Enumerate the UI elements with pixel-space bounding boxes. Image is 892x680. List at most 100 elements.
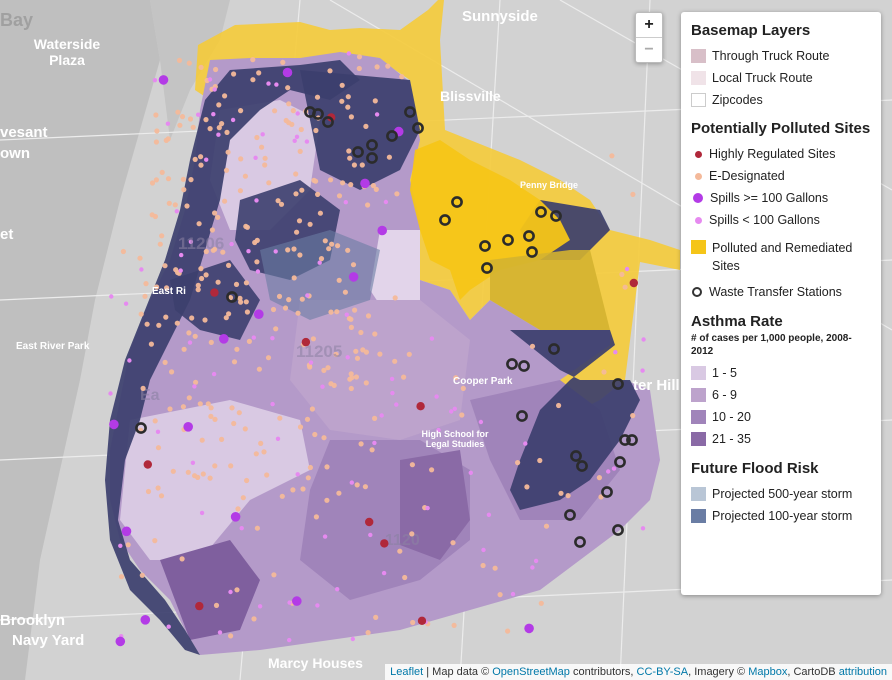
spill-small-marker[interactable] (216, 132, 221, 137)
spill-small-marker[interactable] (349, 480, 354, 485)
e-designated-marker[interactable] (140, 385, 146, 391)
e-designated-marker[interactable] (242, 173, 248, 179)
spill-small-marker[interactable] (481, 547, 486, 553)
e-designated-marker[interactable] (299, 187, 305, 193)
spill-small-marker[interactable] (317, 260, 322, 265)
e-designated-marker[interactable] (293, 191, 299, 197)
e-designated-marker[interactable] (312, 431, 318, 438)
spill-large-marker[interactable] (348, 272, 359, 282)
spill-small-marker[interactable] (315, 603, 320, 608)
e-designated-marker[interactable] (262, 162, 268, 168)
e-designated-marker[interactable] (318, 256, 325, 262)
e-designated-marker[interactable] (524, 484, 530, 490)
spill-small-marker[interactable] (155, 429, 161, 434)
spill-large-marker[interactable] (140, 615, 151, 625)
spill-small-marker[interactable] (350, 636, 355, 642)
spill-small-marker[interactable] (253, 155, 258, 160)
e-designated-marker[interactable] (291, 246, 297, 252)
spill-large-marker[interactable] (253, 309, 264, 320)
e-designated-marker[interactable] (187, 116, 194, 122)
spill-large-marker[interactable] (377, 225, 388, 236)
e-designated-marker[interactable] (283, 117, 289, 124)
e-designated-marker[interactable] (347, 155, 353, 161)
e-designated-marker[interactable] (285, 247, 291, 253)
e-designated-marker[interactable] (250, 57, 256, 63)
spill-small-marker[interactable] (273, 249, 278, 254)
highly-regulated-marker[interactable] (416, 402, 425, 411)
e-designated-marker[interactable] (198, 266, 204, 272)
e-designated-marker[interactable] (189, 315, 195, 321)
e-designated-marker[interactable] (202, 317, 208, 323)
e-designated-marker[interactable] (297, 424, 304, 430)
spill-small-marker[interactable] (335, 587, 340, 592)
spill-small-marker[interactable] (320, 384, 325, 389)
spill-small-marker[interactable] (379, 413, 384, 418)
spill-small-marker[interactable] (109, 294, 114, 299)
e-designated-marker[interactable] (225, 149, 231, 155)
e-designated-marker[interactable] (222, 93, 228, 99)
e-designated-marker[interactable] (180, 176, 186, 182)
e-designated-marker[interactable] (198, 64, 204, 70)
spill-small-marker[interactable] (275, 436, 281, 441)
e-designated-marker[interactable] (203, 272, 209, 278)
e-designated-marker[interactable] (190, 124, 196, 130)
spill-small-marker[interactable] (287, 600, 292, 605)
e-designated-marker[interactable] (172, 202, 178, 208)
spill-small-marker[interactable] (270, 401, 275, 407)
e-designated-marker[interactable] (152, 418, 158, 424)
e-designated-marker[interactable] (373, 614, 379, 621)
spill-small-marker[interactable] (274, 82, 279, 87)
e-designated-marker[interactable] (236, 410, 242, 416)
e-designated-marker[interactable] (334, 309, 340, 315)
spill-small-marker[interactable] (640, 526, 646, 531)
e-designated-marker[interactable] (199, 275, 205, 282)
e-designated-marker[interactable] (243, 223, 249, 229)
e-designated-marker[interactable] (358, 329, 364, 336)
e-designated-marker[interactable] (348, 182, 354, 188)
e-designated-marker[interactable] (215, 279, 221, 285)
e-designated-marker[interactable] (372, 98, 378, 104)
e-designated-marker[interactable] (295, 310, 301, 316)
spill-large-marker[interactable] (115, 636, 126, 647)
e-designated-marker[interactable] (197, 401, 203, 407)
e-designated-marker[interactable] (450, 540, 456, 546)
e-designated-marker[interactable] (228, 463, 234, 469)
spill-large-marker[interactable] (219, 334, 229, 344)
spill-small-marker[interactable] (383, 199, 389, 205)
e-designated-marker[interactable] (356, 65, 362, 72)
e-designated-marker[interactable] (348, 324, 354, 330)
e-designated-marker[interactable] (324, 497, 330, 503)
e-designated-marker[interactable] (208, 339, 214, 345)
e-designated-marker[interactable] (282, 305, 289, 311)
e-designated-marker[interactable] (192, 473, 198, 479)
spill-small-marker[interactable] (372, 440, 377, 446)
e-designated-marker[interactable] (207, 475, 213, 481)
e-designated-marker[interactable] (223, 167, 230, 173)
e-designated-marker[interactable] (256, 70, 262, 76)
e-designated-marker[interactable] (196, 221, 202, 227)
e-designated-marker[interactable] (156, 322, 162, 328)
spill-large-marker[interactable] (282, 67, 293, 78)
e-designated-marker[interactable] (234, 587, 240, 593)
e-designated-marker[interactable] (300, 486, 306, 492)
e-designated-marker[interactable] (339, 98, 345, 104)
e-designated-marker[interactable] (188, 177, 194, 183)
e-designated-marker[interactable] (353, 348, 359, 354)
e-designated-marker[interactable] (159, 169, 165, 175)
spill-small-marker[interactable] (165, 121, 171, 126)
e-designated-marker[interactable] (163, 314, 169, 320)
e-designated-marker[interactable] (234, 346, 240, 352)
e-designated-marker[interactable] (515, 460, 521, 466)
e-designated-marker[interactable] (209, 227, 215, 233)
e-designated-marker[interactable] (153, 177, 159, 183)
e-designated-marker[interactable] (345, 94, 351, 100)
e-designated-marker[interactable] (358, 441, 364, 447)
spill-large-marker[interactable] (121, 526, 132, 537)
spill-small-marker[interactable] (166, 624, 171, 629)
e-designated-marker[interactable] (219, 436, 225, 442)
e-designated-marker[interactable] (231, 420, 237, 427)
e-designated-marker[interactable] (169, 369, 175, 375)
spill-small-marker[interactable] (449, 409, 454, 414)
e-designated-marker[interactable] (558, 490, 564, 496)
e-designated-marker[interactable] (243, 299, 249, 305)
